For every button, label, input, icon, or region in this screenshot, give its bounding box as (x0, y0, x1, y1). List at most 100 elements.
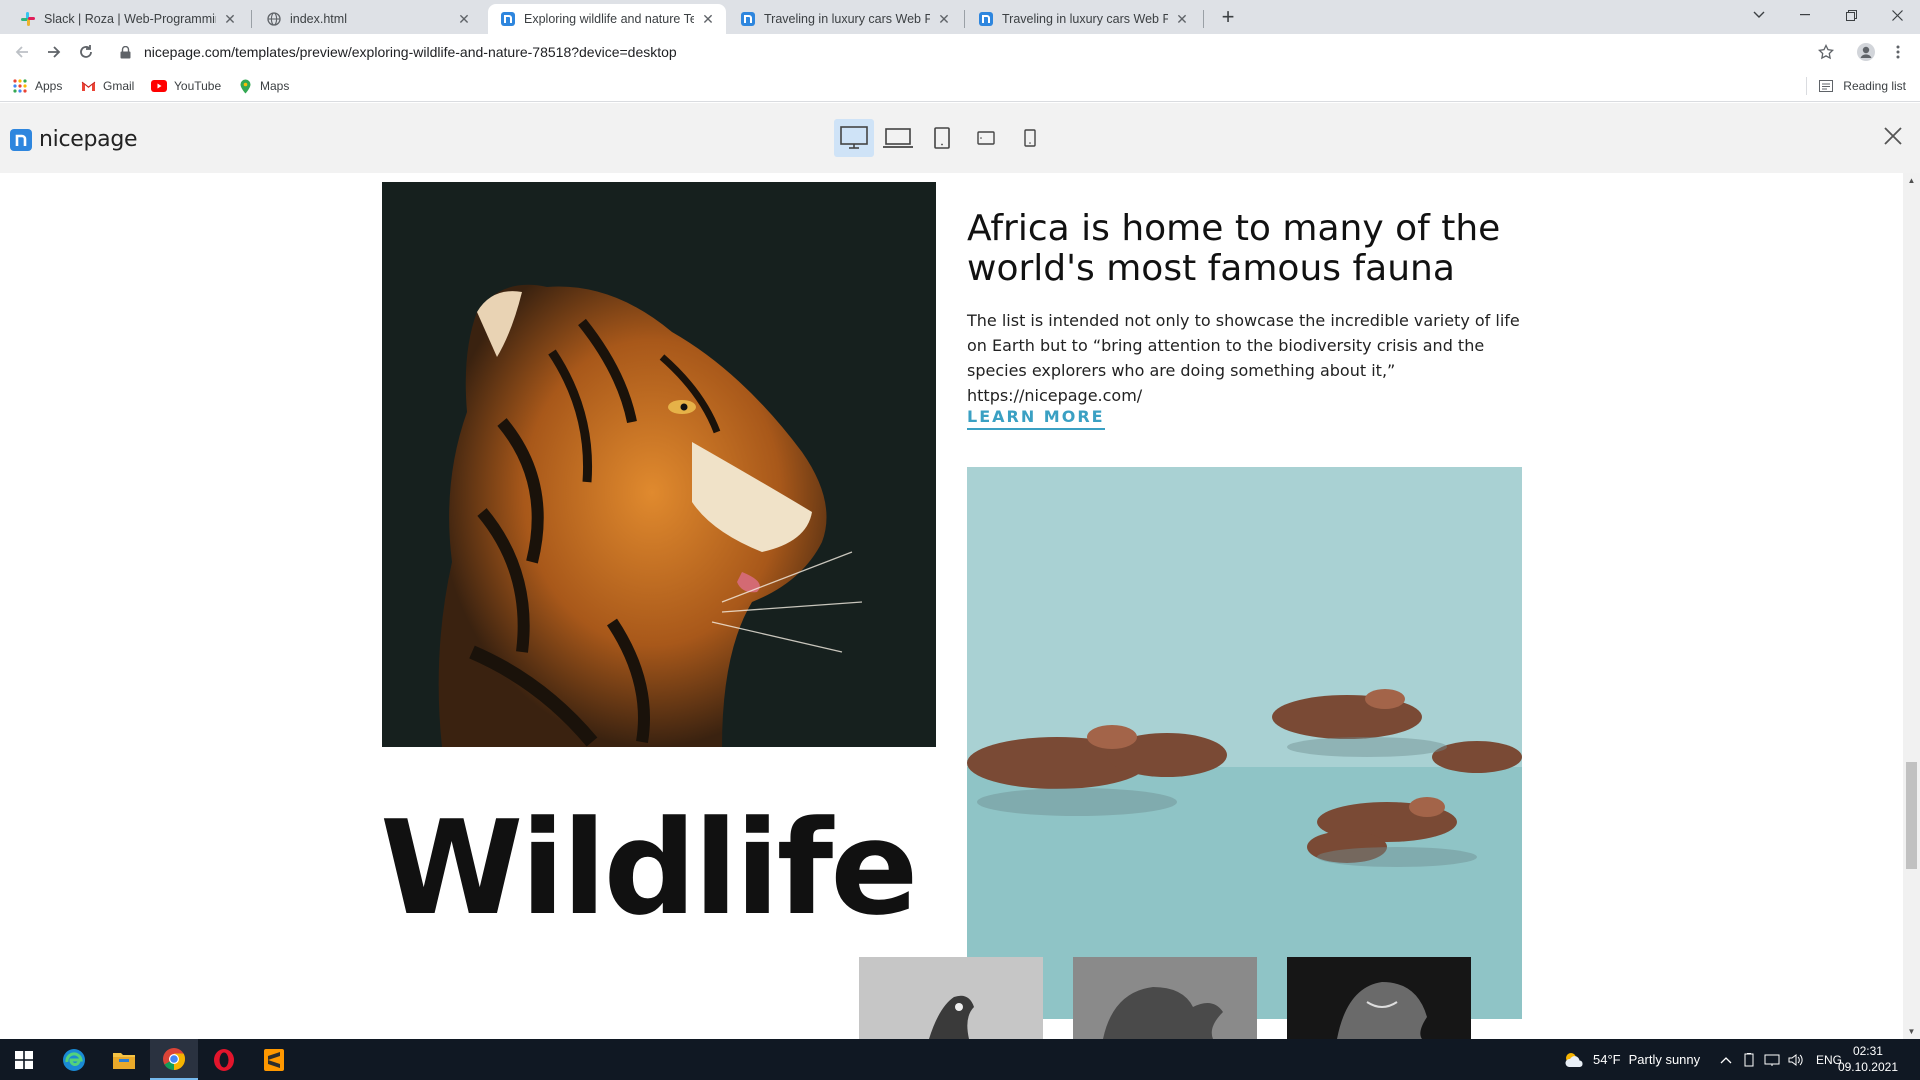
tab-close-icon[interactable]: ✕ (456, 11, 472, 27)
taskbar-edge[interactable] (50, 1039, 98, 1080)
bookmark-gmail[interactable]: Gmail (80, 76, 134, 96)
bookmark-label: Maps (260, 79, 290, 93)
reading-list-button[interactable]: Reading list (1806, 76, 1906, 96)
avatar-icon (1857, 43, 1875, 61)
tablet-view-button[interactable] (922, 119, 962, 157)
bookmark-star-button[interactable] (1812, 38, 1840, 66)
tab-index[interactable]: index.html ✕ (254, 4, 482, 34)
elephant-thumbnail (1073, 957, 1257, 1039)
chrome-menu-button[interactable] (1884, 38, 1912, 66)
divider (1806, 77, 1808, 95)
lock-icon (120, 45, 134, 59)
minimize-icon (1800, 14, 1810, 16)
url-text: nicepage.com/templates/preview/exploring… (144, 44, 677, 60)
tab-strip: Slack | Roza | Web-Programming ✕ index.h… (0, 0, 1920, 34)
opera-icon (214, 1048, 234, 1071)
hippo-image (967, 467, 1522, 1019)
close-preview-button[interactable] (1878, 121, 1908, 151)
network-icon[interactable] (1764, 1053, 1780, 1067)
desktop-view-button[interactable] (834, 119, 874, 157)
bookmark-label: Apps (35, 79, 63, 93)
scroll-up-arrow-icon[interactable]: ▲ (1907, 176, 1916, 185)
tab-close-icon[interactable]: ✕ (700, 11, 716, 27)
volume-icon[interactable] (1788, 1053, 1804, 1067)
tab-title: Traveling in luxury cars Web Page (764, 12, 930, 26)
tab-divider (1203, 10, 1204, 28)
profile-button[interactable] (1852, 38, 1880, 66)
section-paragraph: The list is intended not only to showcas… (967, 311, 1520, 405)
tab-search-button[interactable] (1736, 0, 1782, 30)
maps-pin-icon (237, 78, 253, 94)
system-clock[interactable]: 02:31 09.10.2021 (1838, 1043, 1898, 1075)
apps-grid-icon (12, 78, 28, 94)
phone-view-button[interactable] (1010, 119, 1050, 157)
partly-sunny-icon (1565, 1052, 1583, 1067)
back-button[interactable] (8, 38, 36, 66)
nicepage-logo[interactable]: nicepage (10, 127, 138, 152)
tab-exploring-wildlife[interactable]: Exploring wildlife and nature Tem ✕ (488, 4, 726, 34)
phone-icon (1024, 129, 1036, 147)
chevron-up-icon[interactable] (1720, 1056, 1732, 1064)
minimize-button[interactable] (1782, 0, 1828, 30)
bookmark-maps[interactable]: Maps (237, 76, 289, 96)
taskbar-chrome[interactable] (150, 1039, 198, 1080)
tab-divider (251, 10, 252, 28)
close-icon (1891, 9, 1903, 21)
tab-luxury-cars-1[interactable]: Traveling in luxury cars Web Page ✕ (728, 4, 962, 34)
restore-icon (1845, 9, 1857, 21)
laptop-icon (883, 128, 913, 148)
restore-button[interactable] (1828, 0, 1874, 30)
laptop-view-button[interactable] (878, 119, 918, 157)
scroll-down-arrow-icon[interactable]: ▼ (1907, 1027, 1916, 1036)
chrome-icon (163, 1047, 185, 1070)
arrow-left-icon (15, 46, 28, 58)
tab-close-icon[interactable]: ✕ (222, 11, 238, 27)
tab-close-icon[interactable]: ✕ (1174, 11, 1190, 27)
reload-button[interactable] (72, 38, 100, 66)
nicepage-icon (978, 11, 994, 27)
start-button[interactable] (0, 1039, 48, 1080)
section-heading: Africa is home to many of the world's mo… (967, 208, 1501, 289)
bookmark-label: Gmail (103, 79, 135, 93)
close-window-button[interactable] (1874, 0, 1920, 30)
desktop-icon (840, 126, 868, 149)
tiger-image (382, 182, 936, 747)
taskbar-opera[interactable] (200, 1039, 248, 1080)
forward-button[interactable] (40, 38, 68, 66)
page-scrollbar[interactable]: ▲ ▼ (1903, 173, 1920, 1039)
bookmark-apps[interactable]: Apps (12, 76, 62, 96)
taskbar-file-explorer[interactable] (100, 1039, 148, 1080)
bookmarks-bar: Apps Gmail YouTube Maps Reading list (0, 70, 1920, 102)
learn-more-link[interactable]: LEARN MORE (967, 407, 1105, 430)
bookmark-label: YouTube (174, 79, 222, 93)
nicepage-icon (740, 11, 756, 27)
windows-start-icon (15, 1050, 33, 1069)
arrow-right-icon (48, 46, 61, 58)
logo-text: nicepage (39, 127, 138, 152)
taskbar-sublime-text[interactable] (250, 1039, 298, 1080)
tablet-landscape-view-button[interactable] (966, 119, 1006, 157)
tab-luxury-cars-2[interactable]: Traveling in luxury cars Web Page ✕ (966, 4, 1200, 34)
clock-time: 02:31 (1852, 1044, 1883, 1058)
system-tray: ENG (1720, 1039, 1842, 1080)
battery-icon[interactable] (1742, 1052, 1756, 1067)
youtube-icon (151, 78, 167, 94)
address-bar[interactable]: nicepage.com/templates/preview/exploring… (108, 37, 1773, 67)
new-tab-button[interactable]: + (1214, 6, 1242, 30)
bookmark-youtube[interactable]: YouTube (151, 76, 221, 96)
slack-icon (20, 11, 36, 27)
weather-widget[interactable]: 54°F Partly sunny (1563, 1039, 1700, 1080)
reading-list-icon (1819, 78, 1835, 94)
scrollbar-thumb[interactable] (1906, 762, 1917, 869)
weather-temperature: 54°F (1593, 1052, 1621, 1067)
giraffe-thumbnail (859, 957, 1043, 1039)
tab-title: Slack | Roza | Web-Programming (44, 12, 216, 26)
tab-close-icon[interactable]: ✕ (936, 11, 952, 27)
globe-icon (266, 11, 282, 27)
tab-slack[interactable]: Slack | Roza | Web-Programming ✕ (8, 4, 248, 34)
chevron-down-icon (1753, 11, 1765, 18)
kebab-menu-icon (1896, 45, 1900, 59)
tab-title: index.html (290, 12, 347, 26)
tab-title: Exploring wildlife and nature Tem (524, 12, 694, 26)
device-switcher (834, 119, 1054, 157)
